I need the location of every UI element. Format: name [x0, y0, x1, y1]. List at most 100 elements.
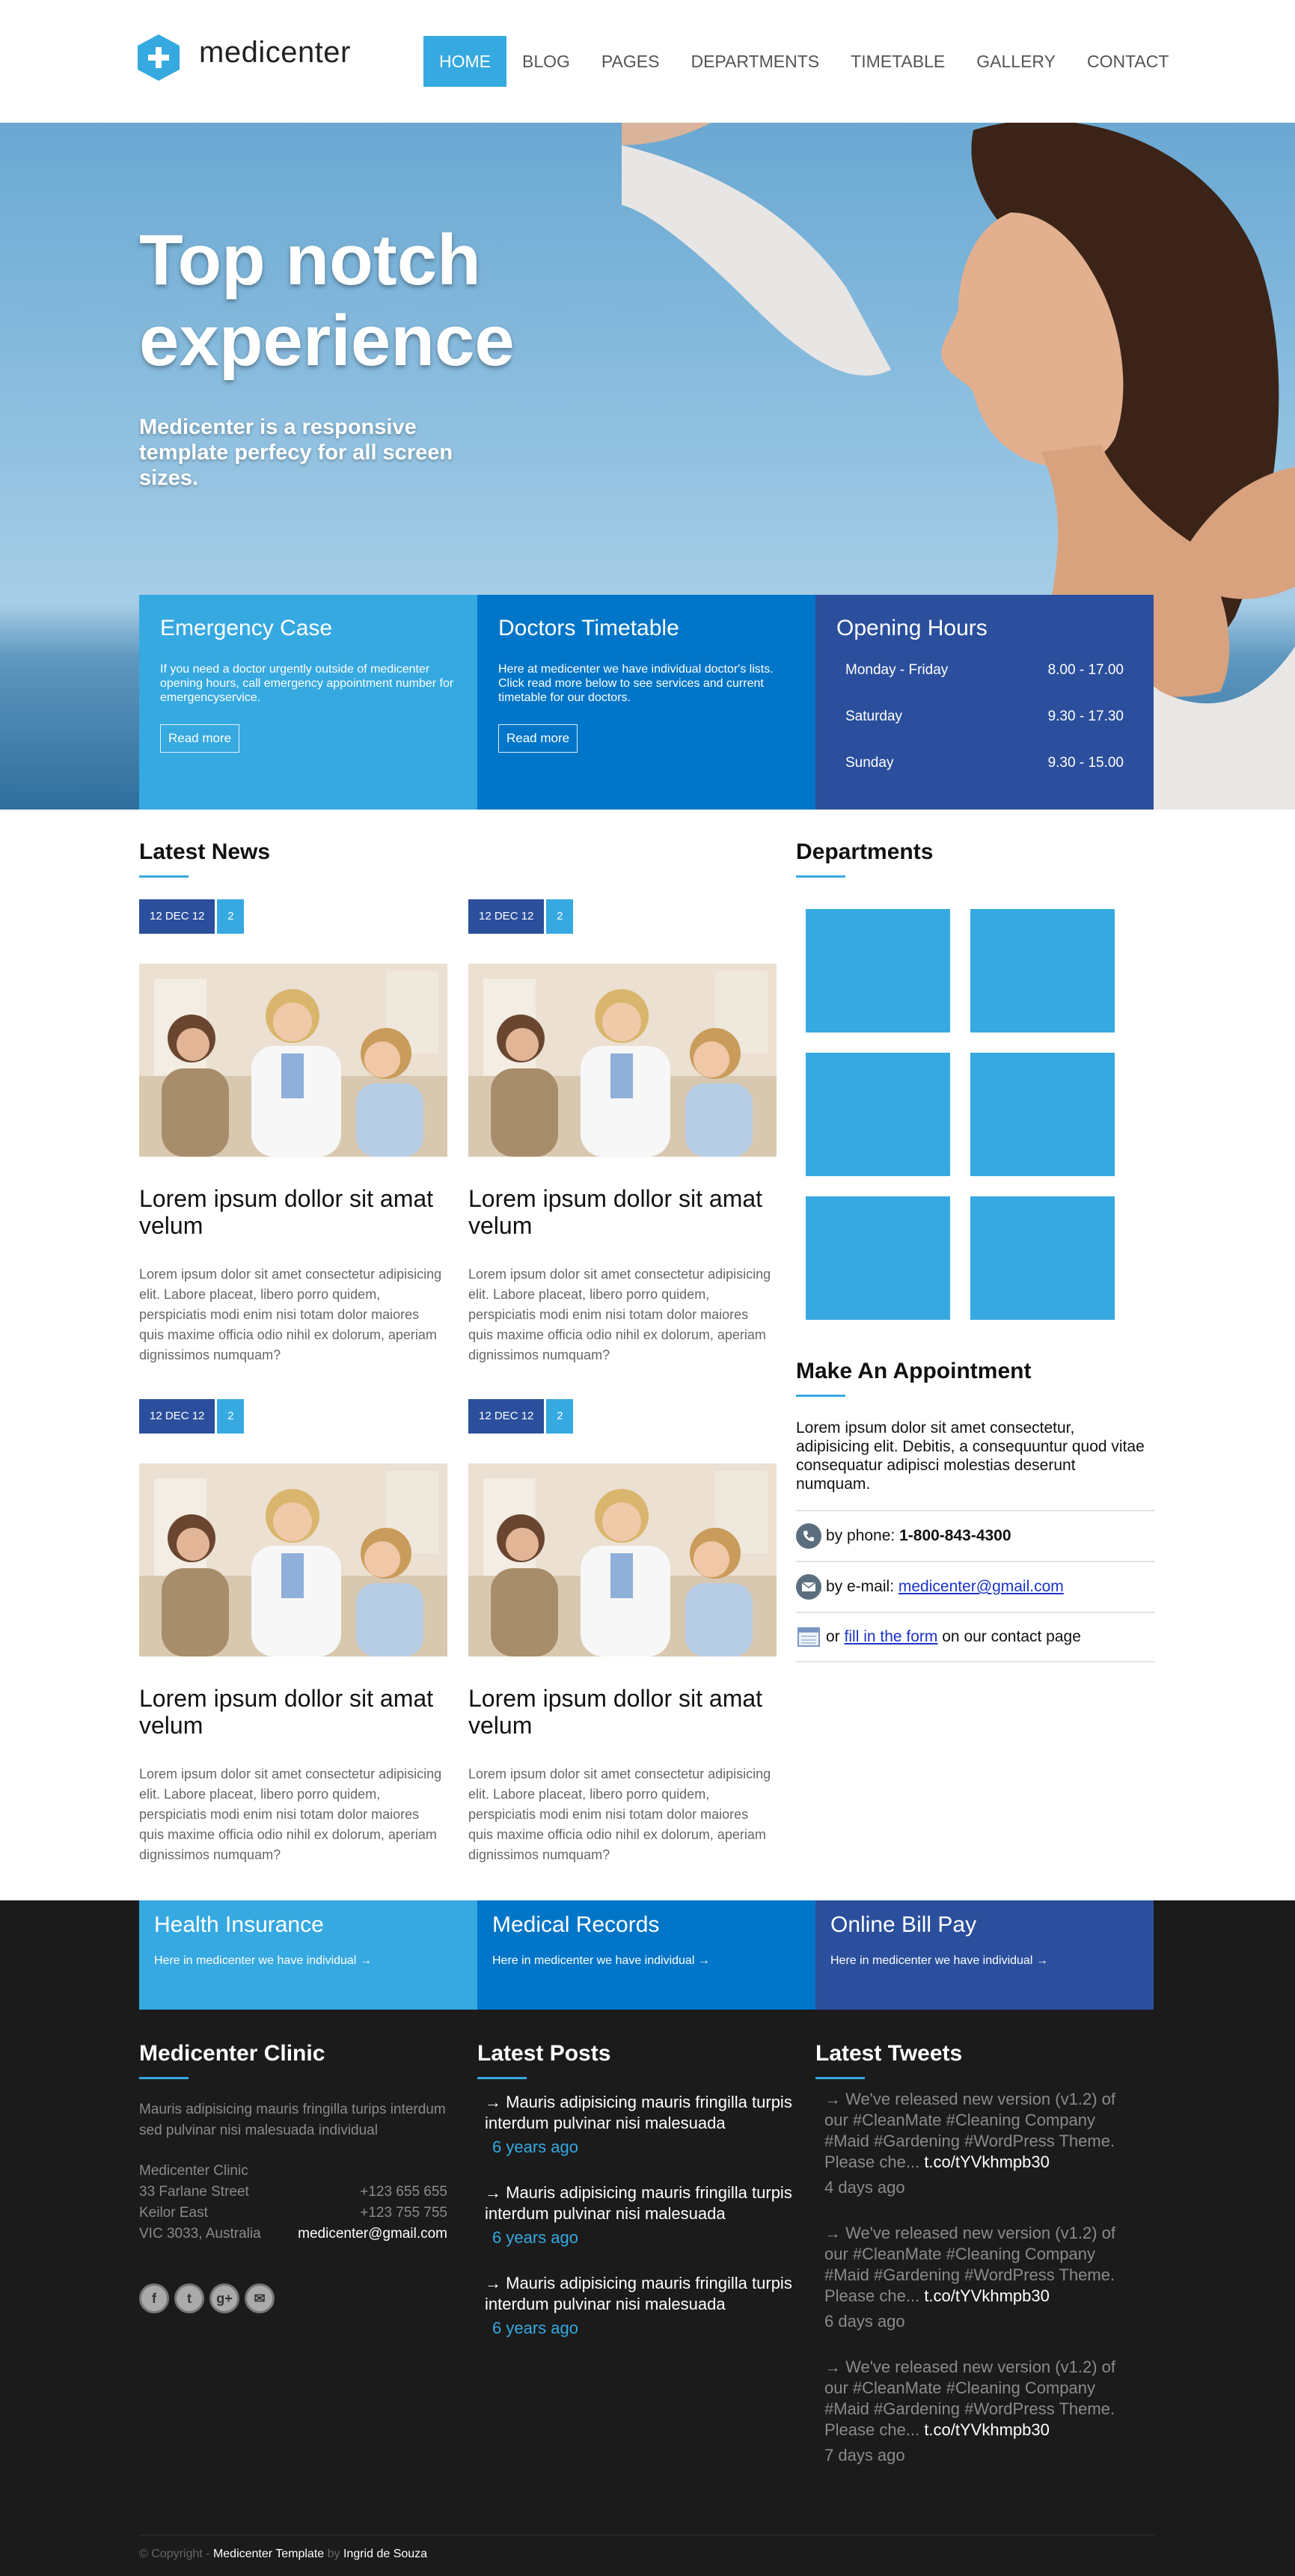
latest-news-underline: [139, 875, 189, 878]
medical-records-box[interactable]: Medical Records Here in medicenter we ha…: [477, 1900, 815, 2010]
appointment-title: Make An Appointment: [796, 1359, 1032, 1383]
fill-form-link[interactable]: fill in the form: [845, 1628, 938, 1646]
email-link[interactable]: medicenter@gmail.com: [898, 1578, 1064, 1596]
hero-title: Top notch experience: [139, 220, 515, 381]
news-image[interactable]: [468, 964, 777, 1157]
arrow-icon: →: [485, 2274, 506, 2292]
post-link[interactable]: → Mauris adipisicing mauris fringilla tu…: [485, 2182, 799, 2224]
facebook-icon[interactable]: f: [139, 2283, 169, 2313]
tweet-link[interactable]: t.co/tYVkhmpb30: [924, 2153, 1050, 2171]
news-excerpt: Lorem ipsum dolor sit amet consectetur a…: [468, 1267, 771, 1362]
comment-count[interactable]: 2: [546, 1399, 574, 1434]
hours-day: Monday - Friday: [845, 662, 949, 678]
medical-records-title: Medical Records: [492, 1912, 660, 1937]
clinic-address-line: VIC 3033, Australia: [139, 2226, 261, 2242]
emergency-case-box: Emergency Case If you need a doctor urge…: [139, 595, 477, 810]
logo-text[interactable]: medicenter: [199, 36, 351, 70]
department-tile[interactable]: [806, 1053, 950, 1176]
department-tile[interactable]: [970, 1196, 1115, 1320]
clinic-email[interactable]: medicenter@gmail.com: [269, 2224, 447, 2245]
news-title[interactable]: Lorem ipsum dollor sit amat velum: [468, 1185, 777, 1239]
tweet-item: → We've released new version (v1.2) of o…: [824, 2357, 1131, 2466]
nav-contact[interactable]: CONTACT: [1071, 36, 1184, 87]
news-date: 12 DEC 12: [139, 1399, 215, 1434]
post-time: 6 years ago: [492, 2319, 578, 2337]
news-title[interactable]: Lorem ipsum dollor sit amat velum: [139, 1185, 447, 1239]
hours-day: Saturday: [845, 709, 903, 724]
post-link[interactable]: → Mauris adipisicing mauris fringilla tu…: [485, 2273, 799, 2315]
timetable-read-more-button[interactable]: Read more: [498, 724, 578, 753]
medical-records-text: Here in medicenter we have individual →: [492, 1954, 710, 1967]
appointment-underline: [796, 1395, 845, 1397]
doctors-timetable-box: Doctors Timetable Here at medicenter we …: [477, 595, 815, 810]
tweet-link[interactable]: t.co/tYVkhmpb30: [924, 2286, 1050, 2305]
doctors-timetable-title: Doctors Timetable: [498, 616, 679, 640]
opening-hours-box: Opening Hours Monday - Friday 8.00 - 17.0…: [815, 595, 1154, 810]
comment-count[interactable]: 2: [546, 899, 574, 934]
author-link[interactable]: Ingrid de Souza: [343, 2548, 427, 2560]
tweet-time: 4 days ago: [824, 2178, 905, 2197]
nav-pages[interactable]: PAGES: [586, 36, 676, 87]
department-tile[interactable]: [806, 1196, 950, 1320]
health-insurance-title: Health Insurance: [154, 1912, 324, 1937]
phone-prefix: by phone:: [826, 1527, 896, 1544]
news-image[interactable]: [139, 1463, 447, 1656]
template-link[interactable]: Medicenter Template: [213, 2548, 324, 2560]
clinic-address-line: Keilor East: [139, 2205, 208, 2221]
twitter-icon[interactable]: t: [174, 2283, 204, 2313]
news-title[interactable]: Lorem ipsum dollor sit amat velum: [139, 1685, 447, 1739]
post-item: → Mauris adipisicing mauris fringilla tu…: [485, 2273, 799, 2339]
news-date-tag: 12 DEC 12 2: [468, 899, 777, 934]
post-text[interactable]: Mauris adipisicing mauris fringilla turp…: [485, 2093, 792, 2132]
news-excerpt: Lorem ipsum dolor sit amet consectetur a…: [468, 1766, 771, 1862]
email-prefix: by e-mail:: [826, 1578, 895, 1595]
news-image[interactable]: [139, 964, 447, 1157]
form-icon: [796, 1626, 821, 1648]
appointment-text: Lorem ipsum dolor sit amet consectetur, …: [796, 1419, 1145, 1493]
logo-icon[interactable]: [138, 34, 180, 81]
comment-count[interactable]: 2: [217, 1399, 245, 1434]
doctor-child-photo: [139, 964, 447, 1157]
comment-count[interactable]: 2: [217, 899, 245, 934]
news-date: 12 DEC 12: [468, 1399, 545, 1434]
phone-number[interactable]: 1-800-843-4300: [899, 1527, 1011, 1545]
nav-departments[interactable]: DEPARTMENTS: [675, 36, 835, 87]
nav-blog[interactable]: BLOG: [506, 36, 586, 87]
emergency-case-text: If you need a doctor urgently outside of…: [160, 663, 454, 704]
post-text[interactable]: Mauris adipisicing mauris fringilla turp…: [485, 2183, 792, 2223]
latest-posts-underline: [477, 2077, 527, 2079]
online-bill-pay-title: Online Bill Pay: [830, 1912, 977, 1937]
nav-timetable[interactable]: TIMETABLE: [835, 36, 961, 87]
tweet-time: 7 days ago: [824, 2446, 905, 2465]
hours-row: Saturday 9.30 - 17.30: [845, 709, 1124, 725]
news-image[interactable]: [468, 1463, 777, 1656]
nav-home[interactable]: HOME: [423, 36, 506, 87]
nav-gallery[interactable]: GALLERY: [961, 36, 1071, 87]
post-link[interactable]: → Mauris adipisicing mauris fringilla tu…: [485, 2092, 799, 2134]
news-date: 12 DEC 12: [468, 899, 545, 934]
news-date-tag: 12 DEC 12 2: [139, 899, 447, 934]
hours-row: Monday - Friday 8.00 - 17.00: [845, 662, 1124, 679]
news-item: 12 DEC 12 2 Lorem ipsum dollor sit amat v…: [468, 899, 777, 1365]
arrow-icon: →: [824, 2358, 846, 2376]
tweet-link[interactable]: t.co/tYVkhmpb30: [924, 2420, 1050, 2439]
department-tile[interactable]: [806, 909, 950, 1032]
form-prefix: or: [826, 1628, 840, 1645]
mail-icon[interactable]: ✉: [245, 2283, 275, 2313]
clinic-address-line: Medicenter Clinic: [139, 2163, 248, 2179]
arrow-icon: →: [485, 2093, 506, 2111]
emergency-read-more-button[interactable]: Read more: [160, 724, 240, 753]
googleplus-icon[interactable]: g+: [209, 2283, 239, 2313]
latest-posts-title: Latest Posts: [477, 2041, 611, 2066]
department-tile[interactable]: [970, 1053, 1115, 1176]
online-bill-pay-box[interactable]: Online Bill Pay Here in medicenter we ha…: [815, 1900, 1154, 2010]
departments-underline: [796, 875, 845, 878]
department-tile[interactable]: [970, 909, 1115, 1032]
hours-day: Sunday: [845, 755, 894, 771]
post-text[interactable]: Mauris adipisicing mauris fringilla turp…: [485, 2274, 792, 2313]
health-insurance-box[interactable]: Health Insurance Here in medicenter we h…: [139, 1900, 477, 2010]
clinic-phone: +123 755 755: [360, 2205, 447, 2221]
news-excerpt: Lorem ipsum dolor sit amet consectetur a…: [139, 1766, 442, 1862]
news-title[interactable]: Lorem ipsum dollor sit amat velum: [468, 1685, 777, 1739]
hours-time: 9.30 - 15.00: [1047, 755, 1124, 771]
